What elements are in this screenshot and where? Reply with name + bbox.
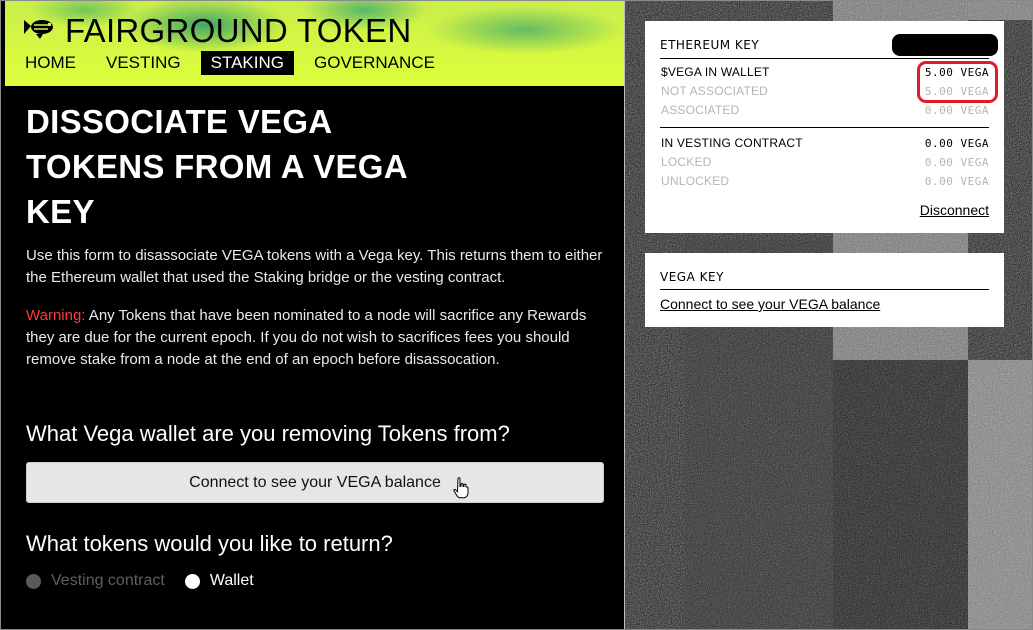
locked-row: LOCKED 0.00 VEGA bbox=[661, 153, 989, 171]
row-label: IN VESTING CONTRACT bbox=[661, 136, 803, 150]
main-panel: FAIRGROUND TOKEN HOME VESTING STAKING GO… bbox=[5, 0, 624, 630]
tokens-question-heading: What tokens would you like to return? bbox=[26, 531, 393, 556]
connect-vega-wallet-button[interactable]: Connect to see your VEGA balance bbox=[26, 462, 604, 503]
row-value: 0.00 VEGA bbox=[924, 174, 989, 188]
row-label: ASSOCIATED bbox=[661, 103, 740, 117]
radio-vesting-contract[interactable]: Vesting contract bbox=[26, 572, 165, 590]
page-title: DISSOCIATE VEGA TOKENS FROM A VEGA KEY bbox=[26, 103, 407, 230]
divider bbox=[660, 58, 989, 59]
redacted-address bbox=[892, 34, 998, 56]
ethereum-key-title: ETHEREUM KEY bbox=[660, 38, 760, 52]
row-value: 0.00 VEGA bbox=[924, 136, 989, 150]
row-value: 0.00 VEGA bbox=[924, 103, 989, 117]
unlocked-row: UNLOCKED 0.00 VEGA bbox=[661, 172, 989, 190]
divider bbox=[660, 127, 989, 128]
row-label: UNLOCKED bbox=[661, 174, 730, 188]
app-header: FAIRGROUND TOKEN HOME VESTING STAKING GO… bbox=[5, 0, 624, 86]
hand-cursor-icon bbox=[453, 477, 469, 499]
row-label: LOCKED bbox=[661, 155, 712, 169]
warning-label: Warning: bbox=[26, 307, 86, 324]
intro-text: Use this form to disassociate VEGA token… bbox=[26, 247, 603, 286]
radio-vesting-label: Vesting contract bbox=[51, 572, 165, 589]
nav-vesting[interactable]: VESTING bbox=[106, 51, 181, 75]
connect-button-label: Connect to see your VEGA balance bbox=[189, 473, 441, 491]
row-value: 0.00 VEGA bbox=[924, 155, 989, 169]
wallet-question-heading: What Vega wallet are you removing Tokens… bbox=[26, 421, 510, 446]
radio-wallet-label: Wallet bbox=[209, 572, 254, 589]
ethereum-key-card: ETHEREUM KEY $VEGA IN WALLET 5.00 VEGA N… bbox=[645, 21, 1004, 233]
disconnect-link[interactable]: Disconnect bbox=[920, 202, 989, 218]
nav-governance[interactable]: GOVERNANCE bbox=[314, 51, 435, 75]
radio-wallet-dot[interactable] bbox=[184, 573, 200, 589]
nav-home[interactable]: HOME bbox=[25, 51, 76, 75]
vesting-contract-row: IN VESTING CONTRACT 0.00 VEGA bbox=[661, 134, 989, 152]
fish-logo-icon bbox=[24, 20, 53, 39]
vega-key-title: VEGA KEY bbox=[660, 270, 724, 284]
radio-vesting-dot[interactable] bbox=[26, 573, 41, 589]
main-nav: HOME VESTING STAKING GOVERNANCE bbox=[25, 50, 465, 76]
row-label: NOT ASSOCIATED bbox=[661, 84, 769, 98]
vega-key-card: VEGA KEY Connect to see your VEGA balanc… bbox=[645, 253, 1004, 327]
connect-vega-link[interactable]: Connect to see your VEGA balance bbox=[660, 296, 880, 312]
nav-staking[interactable]: STAKING bbox=[200, 51, 294, 75]
warning-text: Warning: Any Tokens that have been nomin… bbox=[26, 305, 606, 371]
divider bbox=[660, 289, 989, 290]
column-divider bbox=[624, 0, 625, 630]
warning-body: Any Tokens that have been nominated to a… bbox=[26, 307, 587, 368]
annotation-highlight bbox=[917, 61, 998, 103]
token-source-radio-group: Vesting contract Wallet bbox=[26, 572, 274, 590]
brand-title: FAIRGROUND TOKEN bbox=[65, 12, 412, 49]
row-label: $VEGA IN WALLET bbox=[661, 65, 770, 79]
associated-row: ASSOCIATED 0.00 VEGA bbox=[661, 101, 989, 119]
radio-wallet[interactable]: Wallet bbox=[184, 572, 254, 590]
